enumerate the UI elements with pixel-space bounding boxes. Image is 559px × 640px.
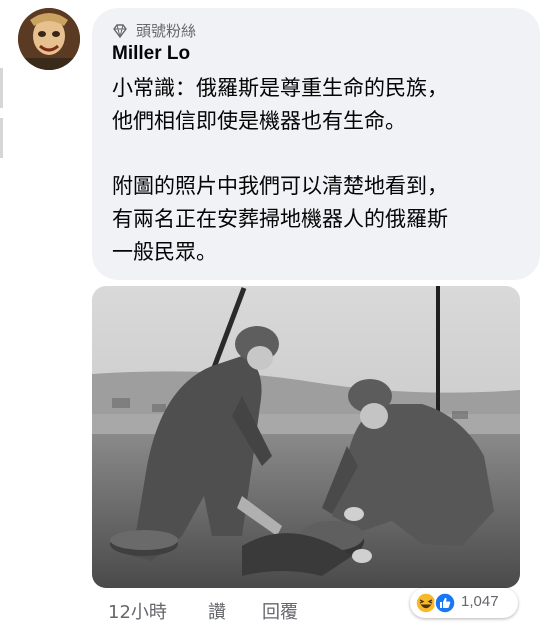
comment-timestamp[interactable]: 12小時 xyxy=(108,598,167,624)
comment-text-line: 小常識：俄羅斯是尊重生命的民族， xyxy=(112,76,448,100)
comment-text-line: 他們相信即使是機器也有生命。 xyxy=(112,109,406,133)
comment-text-line: 有兩名正在安葬掃地機器人的俄羅斯 xyxy=(112,207,448,231)
comment-text-line: 附圖的照片中我們可以清楚地看到， xyxy=(112,174,448,198)
attached-photo[interactable] xyxy=(92,286,520,588)
left-divider xyxy=(0,68,3,108)
author-name[interactable]: Miller Lo xyxy=(112,43,190,65)
like-link[interactable]: 讚 xyxy=(208,598,226,624)
top-fan-label: 頭號粉絲 xyxy=(136,22,197,40)
like-icon xyxy=(434,592,456,614)
reaction-count: 1,047 xyxy=(461,593,499,610)
comment-text-line: 一般民眾。 xyxy=(112,240,217,264)
reactions-summary[interactable]: 1,047 xyxy=(410,588,518,618)
diamond-icon xyxy=(113,23,127,38)
left-divider xyxy=(0,118,3,158)
avatar[interactable] xyxy=(18,8,80,70)
top-fan-badge[interactable]: 頭號粉絲 xyxy=(112,20,196,41)
reply-link[interactable]: 回覆 xyxy=(262,598,298,624)
comment-bubble: 頭號粉絲 Miller Lo 小常識：俄羅斯是尊重生命的民族， 他們相信即使是機… xyxy=(92,8,540,280)
